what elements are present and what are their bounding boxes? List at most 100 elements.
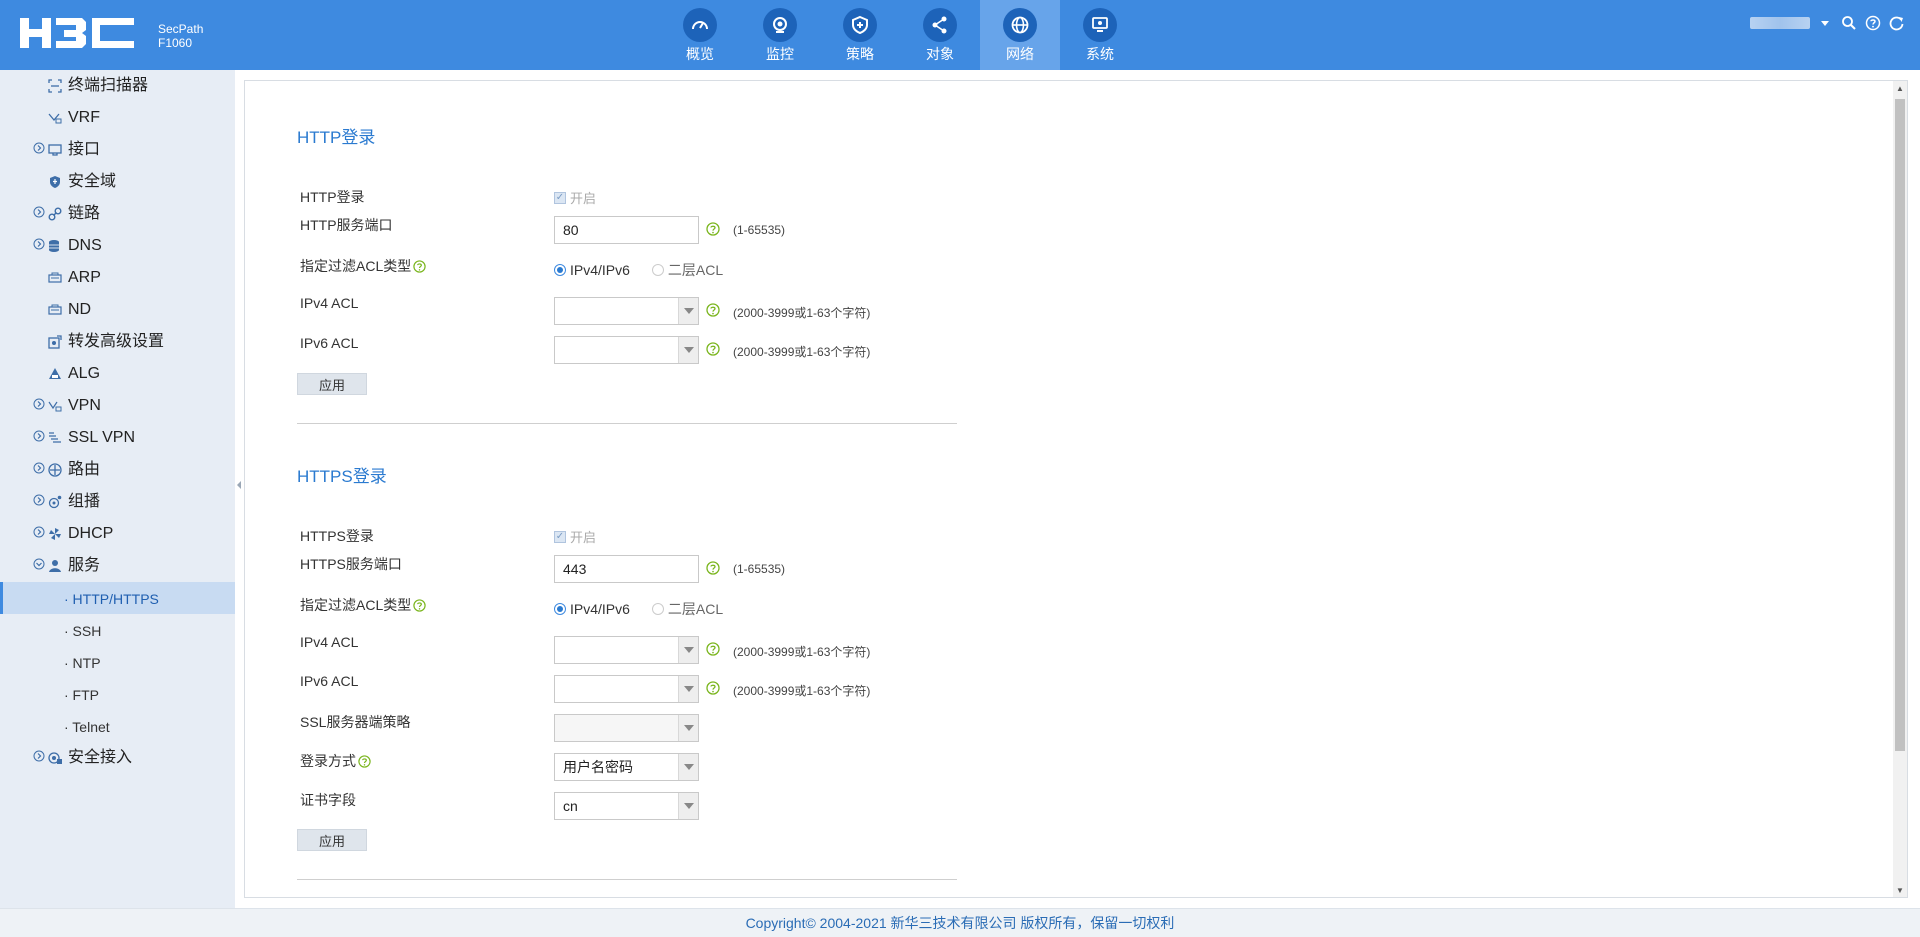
http-acl-type-label: 指定过滤ACL类型 bbox=[300, 256, 426, 276]
sidebar-item-vrf[interactable]: VRF bbox=[0, 102, 235, 134]
sidebar-item-secure-access[interactable]: 安全接入 bbox=[0, 742, 235, 774]
forwarding-settings-icon bbox=[48, 335, 62, 349]
logout-icon[interactable] bbox=[1888, 14, 1906, 32]
sidebar-item-dns[interactable]: DNS bbox=[0, 230, 235, 262]
sidebar-item-service[interactable]: 服务 bbox=[0, 550, 235, 582]
scrollbar-thumb[interactable] bbox=[1895, 99, 1905, 751]
nav-network[interactable]: 网络 bbox=[980, 0, 1060, 70]
dropdown-arrow-icon[interactable] bbox=[678, 793, 698, 819]
help-circle-icon[interactable] bbox=[413, 599, 426, 612]
https-acl-ipv4ipv6-radio[interactable]: IPv4/IPv6 bbox=[554, 601, 630, 617]
sidebar-item-ssl-vpn[interactable]: SSL VPN bbox=[0, 422, 235, 454]
nav-monitor[interactable]: 监控 bbox=[740, 0, 820, 70]
http-enable-checkbox[interactable]: ✓ 开启 bbox=[554, 187, 596, 207]
https-port-input[interactable] bbox=[554, 555, 699, 583]
expand-icon[interactable] bbox=[33, 205, 45, 218]
help-icon[interactable] bbox=[1864, 14, 1882, 32]
help-circle-icon[interactable] bbox=[706, 222, 720, 236]
help-circle-icon[interactable] bbox=[706, 342, 720, 356]
nav-object[interactable]: 对象 bbox=[900, 0, 980, 70]
sidebar-item-arp[interactable]: ARP bbox=[0, 262, 235, 294]
sidebar-item-label: SSL VPN bbox=[68, 429, 135, 446]
https-login-method-combobox[interactable]: 用户名密码 bbox=[554, 753, 699, 781]
dropdown-arrow-icon[interactable] bbox=[678, 637, 698, 663]
checkbox-checked-icon: ✓ bbox=[554, 530, 566, 543]
http-ipv6-acl-label: IPv6 ACL bbox=[300, 335, 359, 351]
expand-icon[interactable] bbox=[33, 237, 45, 250]
https-ssl-policy-combobox[interactable] bbox=[554, 714, 699, 742]
expand-icon[interactable] bbox=[33, 397, 45, 410]
sidebar-item-terminal-scanner[interactable]: 终端扫描器 bbox=[0, 70, 235, 102]
http-ipv6-acl-combobox[interactable] bbox=[554, 336, 699, 364]
dropdown-arrow-icon[interactable] bbox=[678, 298, 698, 324]
https-apply-button[interactable]: 应用 bbox=[297, 829, 367, 851]
sidebar-item-security-zone[interactable]: 安全域 bbox=[0, 166, 235, 198]
sidebar-item-nd[interactable]: ND bbox=[0, 294, 235, 326]
help-circle-icon[interactable] bbox=[706, 681, 720, 695]
collapse-icon[interactable] bbox=[33, 557, 45, 570]
sidebar-subitem-label: · FTP bbox=[64, 687, 99, 703]
https-ipv4-acl-combobox[interactable] bbox=[554, 636, 699, 664]
user-name[interactable] bbox=[1750, 17, 1810, 29]
help-circle-icon[interactable] bbox=[706, 642, 720, 656]
nav-policy[interactable]: 策略 bbox=[820, 0, 900, 70]
scroll-down-icon[interactable]: ▼ bbox=[1895, 885, 1905, 895]
http-ipv4-acl-combobox[interactable] bbox=[554, 297, 699, 325]
dropdown-arrow-icon[interactable] bbox=[678, 715, 698, 741]
help-circle-icon[interactable] bbox=[358, 755, 371, 768]
ssl-vpn-icon bbox=[48, 431, 62, 445]
sidebar-item-dhcp[interactable]: DHCP bbox=[0, 518, 235, 550]
nav-overview[interactable]: 概览 bbox=[660, 0, 740, 70]
user-dropdown-icon[interactable] bbox=[1816, 14, 1834, 32]
sidebar-item-label: 链路 bbox=[68, 205, 101, 222]
expand-icon[interactable] bbox=[33, 461, 45, 474]
content-scrollbar[interactable]: ▲ ▼ bbox=[1893, 81, 1907, 897]
expand-icon[interactable] bbox=[33, 429, 45, 442]
expand-icon[interactable] bbox=[33, 525, 45, 538]
interface-icon bbox=[48, 143, 62, 157]
expand-icon[interactable] bbox=[33, 141, 45, 154]
arp-icon bbox=[48, 271, 62, 285]
checkbox-label: 开启 bbox=[570, 530, 597, 545]
https-ipv6-acl-combobox[interactable] bbox=[554, 675, 699, 703]
radio-selected-icon bbox=[554, 603, 566, 615]
sidebar-subitem-telnet[interactable]: · Telnet bbox=[0, 710, 235, 742]
sidebar-item-label: 终端扫描器 bbox=[68, 77, 149, 94]
search-icon[interactable] bbox=[1840, 14, 1858, 32]
http-ipv4-acl-hint: (2000-3999或1-63个字符) bbox=[733, 306, 871, 320]
nav-system[interactable]: 系统 bbox=[1060, 0, 1140, 70]
sidebar-item-interface[interactable]: 接口 bbox=[0, 134, 235, 166]
dropdown-arrow-icon[interactable] bbox=[678, 754, 698, 780]
sidebar-item-link[interactable]: 链路 bbox=[0, 198, 235, 230]
sidebar-item-label: ARP bbox=[68, 269, 101, 286]
sidebar-item-vpn[interactable]: VPN bbox=[0, 390, 235, 422]
sidebar-subitem-http-https[interactable]: · HTTP/HTTPS bbox=[0, 582, 235, 614]
http-port-input[interactable] bbox=[554, 216, 699, 244]
sidebar-collapse-handle[interactable] bbox=[235, 470, 243, 500]
dropdown-arrow-icon[interactable] bbox=[678, 676, 698, 702]
sidebar-subitem-ftp[interactable]: · FTP bbox=[0, 678, 235, 710]
expand-icon[interactable] bbox=[33, 493, 45, 506]
sidebar-subitem-ntp[interactable]: · NTP bbox=[0, 646, 235, 678]
combo-value: cn bbox=[563, 798, 578, 814]
https-acl-layer2-radio[interactable]: 二层ACL bbox=[651, 599, 723, 619]
https-cert-field-combobox[interactable]: cn bbox=[554, 792, 699, 820]
sidebar-item-alg[interactable]: ALG bbox=[0, 358, 235, 390]
sidebar-item-label: DNS bbox=[68, 237, 102, 254]
http-apply-button[interactable]: 应用 bbox=[297, 373, 367, 395]
help-circle-icon[interactable] bbox=[706, 303, 720, 317]
dropdown-arrow-icon[interactable] bbox=[678, 337, 698, 363]
http-acl-ipv4ipv6-radio[interactable]: IPv4/IPv6 bbox=[554, 262, 630, 278]
sidebar-item-multicast[interactable]: 组播 bbox=[0, 486, 235, 518]
http-port-hint: (1-65535) bbox=[733, 223, 786, 237]
http-acl-layer2-radio[interactable]: 二层ACL bbox=[651, 260, 723, 280]
https-port-hint: (1-65535) bbox=[733, 562, 786, 576]
https-enable-checkbox[interactable]: ✓ 开启 bbox=[554, 526, 596, 546]
expand-icon[interactable] bbox=[33, 749, 45, 762]
help-circle-icon[interactable] bbox=[413, 260, 426, 273]
help-circle-icon[interactable] bbox=[706, 561, 720, 575]
sidebar-item-forwarding-settings[interactable]: 转发高级设置 bbox=[0, 326, 235, 358]
sidebar-item-routing[interactable]: 路由 bbox=[0, 454, 235, 486]
scroll-up-icon[interactable]: ▲ bbox=[1895, 83, 1905, 93]
sidebar-subitem-ssh[interactable]: · SSH bbox=[0, 614, 235, 646]
